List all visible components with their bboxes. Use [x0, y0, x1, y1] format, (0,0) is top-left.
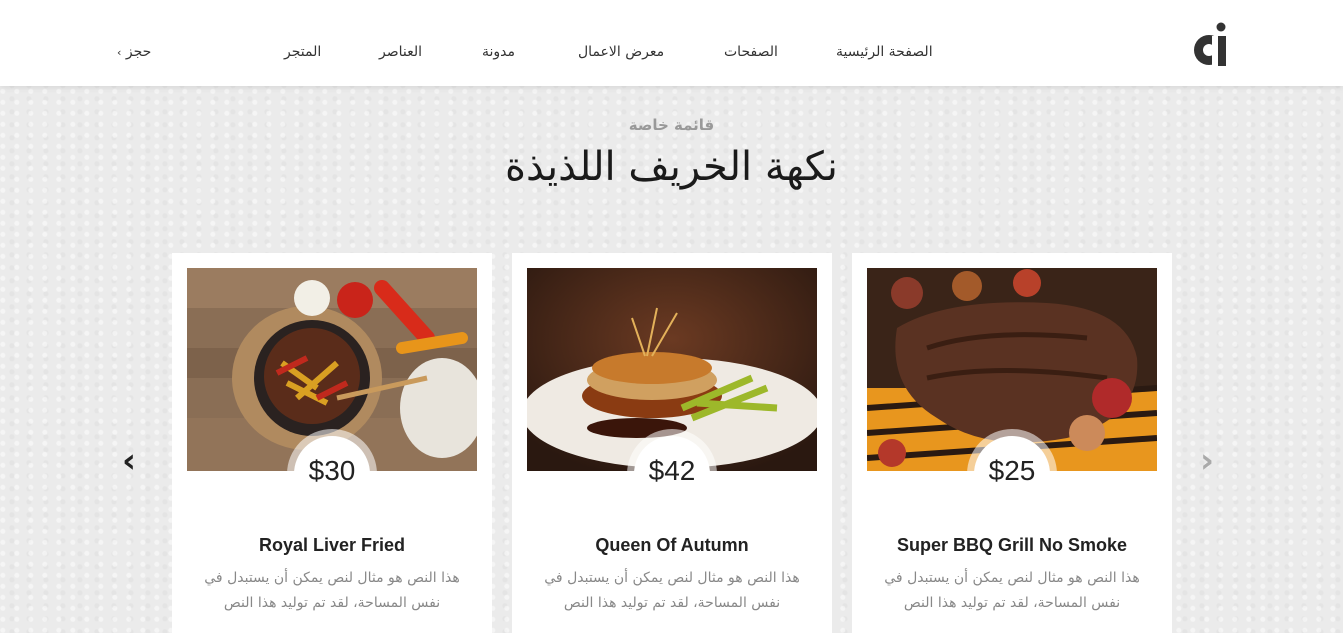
- price-badge: $42: [634, 436, 710, 512]
- nav-item-portfolio[interactable]: معرض الاعمال: [578, 44, 664, 60]
- dish-description: هذا النص هو مثال لنص يمكن أن يستبدل في ن…: [884, 570, 1140, 611]
- book-button[interactable]: حجز ›: [117, 44, 151, 60]
- chevron-left-icon[interactable]: ‹: [122, 444, 146, 478]
- section-title: نكهة الخريف اللذيذة: [505, 144, 838, 190]
- site-header: الصفحة الرئيسية الصفحات معرض الاعمال مدو…: [0, 0, 1343, 86]
- nav-item-shop[interactable]: المتجر: [284, 44, 321, 60]
- dish-name[interactable]: Royal Liver Fried: [172, 535, 492, 556]
- dish-name[interactable]: Super BBQ Grill No Smoke: [852, 535, 1172, 556]
- chevron-right-icon: ›: [117, 46, 122, 59]
- menu-card[interactable]: $42 Queen Of Autumn هذا النص هو مثال لنص…: [512, 253, 832, 633]
- price-badge: $30: [294, 436, 370, 512]
- menu-card[interactable]: $30 Royal Liver Fried هذا النص هو مثال ل…: [172, 253, 492, 633]
- book-label: حجز: [125, 44, 152, 60]
- dish-description: هذا النص هو مثال لنص يمكن أن يستبدل في ن…: [204, 570, 460, 611]
- nav-item-pages[interactable]: الصفحات: [724, 44, 778, 60]
- menu-card[interactable]: $25 Super BBQ Grill No Smoke هذا النص هو…: [852, 253, 1172, 633]
- section-subtitle: قائمة خاصة: [628, 116, 715, 134]
- nav-item-elements[interactable]: العناصر: [379, 44, 422, 60]
- ai-logo-icon[interactable]: [1190, 20, 1230, 68]
- chevron-right-icon[interactable]: ›: [1200, 444, 1224, 478]
- dish-name[interactable]: Queen Of Autumn: [512, 535, 832, 556]
- dish-description: هذا النص هو مثال لنص يمكن أن يستبدل في ن…: [544, 570, 800, 611]
- nav-item-blog[interactable]: مدونة: [482, 44, 515, 60]
- nav-item-home[interactable]: الصفحة الرئيسية: [836, 44, 933, 60]
- price-badge: $25: [974, 436, 1050, 512]
